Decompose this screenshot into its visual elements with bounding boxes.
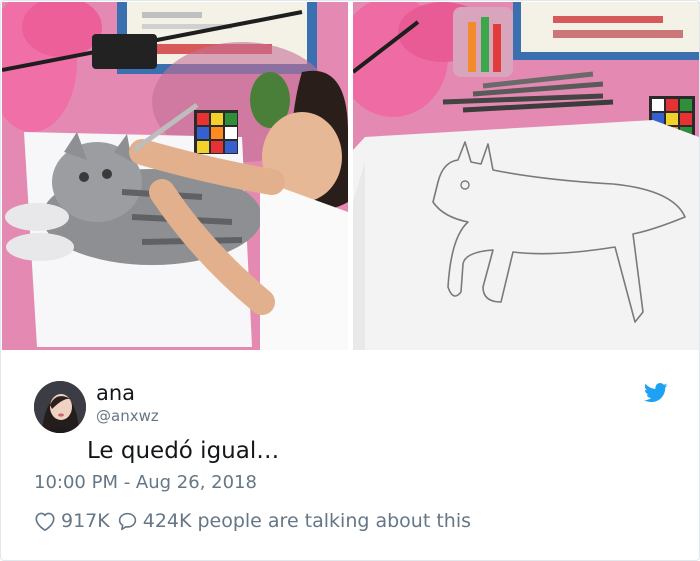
likes-count: 917K [61, 510, 110, 532]
tweet-card: ana @anxwz Le quedó igual… 10:00 PM - Au… [0, 0, 700, 561]
twitter-bird-icon[interactable] [644, 382, 668, 404]
heart-icon [35, 512, 55, 531]
speech-bubble-icon [118, 512, 136, 530]
tweet-text: Le quedó igual… [87, 438, 280, 464]
like-button[interactable]: 917K [34, 510, 117, 532]
replies-count: 424K [142, 510, 192, 532]
tweet-media[interactable] [2, 2, 699, 350]
photo-cat-drawing[interactable] [353, 2, 699, 350]
display-name[interactable]: ana [96, 381, 135, 405]
tweet-actions: 917K 424K people are talking about this [34, 508, 471, 534]
user-handle[interactable]: @anxwz [96, 407, 159, 425]
avatar[interactable] [34, 381, 86, 433]
tweet-timestamp[interactable]: 10:00 PM - Aug 26, 2018 [34, 471, 257, 495]
talking-about-text: people are talking about this [197, 510, 472, 532]
reply-button[interactable]: 424K people are talking about this [117, 510, 471, 532]
photo-girl-tracing-cat[interactable] [2, 2, 348, 350]
